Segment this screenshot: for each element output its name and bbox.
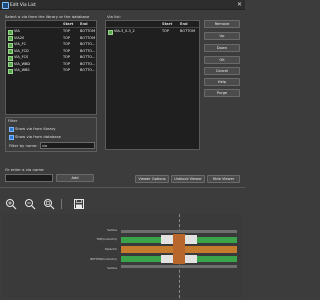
filter-by-name-label: Filter by name: [9, 143, 38, 148]
library-row-name: VIA20 [14, 35, 25, 40]
library-row-start: TOP [63, 35, 71, 40]
via-icon [108, 29, 113, 35]
zoom-out-icon[interactable] [24, 198, 36, 210]
library-row[interactable]: VIA_WBS TOP BOTTO... [6, 67, 96, 74]
library-row-end: BOTTOM [80, 29, 96, 33]
library-row-start: TOP [63, 68, 71, 72]
vialist-label: Via list: [107, 14, 121, 19]
layer-label-bottom: BOTTOM(Conductor) [90, 258, 117, 261]
show-database-checkbox[interactable] [9, 135, 14, 140]
library-row-start: TOP [63, 42, 71, 46]
show-database-label: Show via from database [15, 134, 61, 139]
library-row-name: VIA_FCS [14, 55, 29, 59]
library-row-end: BOTTO... [80, 61, 96, 66]
library-row[interactable]: VIA_FCD TOP BOTTO... [6, 48, 96, 54]
vialist-row[interactable]: VIA-3_0-3_2 TOP BOTTOM [106, 28, 199, 35]
filter-by-name-input[interactable]: via [40, 142, 95, 149]
toolbar-divider [61, 199, 62, 209]
library-row[interactable]: VIA20 TOP BOTTOM [6, 35, 96, 41]
add-button[interactable]: Add [56, 174, 94, 182]
app-icon [2, 2, 9, 9]
viewer-canvas[interactable]: Surface TOP(Conductor) Dielectric BOTTOM… [3, 214, 242, 298]
library-row-end: BOTTO... [80, 68, 96, 72]
library-row[interactable]: VIA_WBD TOP BOTTO... [6, 61, 96, 67]
window-title: Edit Via List [10, 2, 36, 8]
viewer-options-button[interactable]: Viewer Options [135, 175, 169, 183]
zoom-in-icon[interactable] [5, 198, 17, 210]
save-icon[interactable] [73, 198, 85, 210]
side-button-down[interactable]: Down [204, 44, 240, 52]
vialist-row-end: BOTTOM [180, 29, 196, 33]
side-button-help[interactable]: Help [204, 78, 240, 86]
title-bar: Edit Via List ✕ [0, 0, 245, 10]
library-row[interactable]: VIA_FCS TOP BOTTO... [6, 54, 96, 61]
vialist-row-name: VIA-3_0-3_2 [114, 29, 135, 33]
library-row-end: BOTTO... [80, 55, 96, 59]
library-row[interactable]: VIA_FC TOP BOTTO... [6, 41, 96, 48]
library-row-start: TOP [63, 29, 71, 33]
via-icon [8, 68, 13, 74]
enter-via-label: Or enter a via name: [5, 167, 45, 172]
library-row-end: BOTTO... [80, 48, 96, 53]
layer-label-dielectric: Dielectric [104, 248, 117, 251]
layer-label-surface-bottom: Surface [107, 267, 117, 270]
via-drill [173, 234, 185, 264]
library-row-end: BOTTOM [80, 35, 96, 40]
show-library-checkbox[interactable] [9, 127, 14, 132]
filter-title: Filter [8, 118, 18, 123]
library-row-name: VIA_FC [14, 42, 27, 46]
side-button-cancel[interactable]: Cancel [204, 67, 240, 75]
via-name-input[interactable] [5, 174, 53, 182]
viewer-separator [0, 187, 245, 188]
filter-by-name-value: via [42, 144, 48, 148]
close-icon[interactable]: ✕ [237, 1, 242, 8]
library-table[interactable]: Start End VIA TOP BOTTOM VIA20 TOP BOTTOM VIA_… [5, 20, 97, 115]
library-row-name: VIA_WBD [14, 61, 31, 66]
library-row-name: VIA [14, 29, 20, 33]
library-row[interactable]: VIA TOP BOTTOM [6, 28, 96, 35]
library-row-start: TOP [63, 61, 71, 66]
side-button-ok[interactable]: OK [204, 56, 240, 64]
library-row-name: VIA_FCD [14, 48, 29, 53]
library-row-name: VIA_WBS [14, 68, 30, 72]
vialist-row-start: TOP [162, 29, 170, 33]
vialist-table[interactable]: Start End VIA-3_0-3_2 TOP BOTTOM [105, 20, 200, 150]
side-button-up[interactable]: Up [204, 32, 240, 40]
hide-viewer-button[interactable]: Hide Viewer [207, 175, 240, 183]
library-label: Select a via from the library or the dat… [5, 14, 90, 19]
surface-top-layer [121, 230, 237, 233]
library-row-start: TOP [63, 55, 71, 59]
unblock-viewer-button[interactable]: Unblock Viewer [171, 175, 205, 183]
layer-label-top: TOP(Conductor) [96, 238, 117, 241]
zoom-fit-icon[interactable] [43, 198, 55, 210]
library-row-end: BOTTO... [80, 42, 96, 46]
layer-label-surface-top: Surface [107, 229, 117, 232]
side-button-purge[interactable]: Purge [204, 89, 240, 97]
filter-group: Filter Show via from library Show via fr… [5, 117, 97, 152]
library-row-start: TOP [63, 48, 71, 53]
side-button-remove[interactable]: Remove [204, 20, 240, 28]
show-library-label: Show via from library [15, 126, 56, 131]
surface-bottom-layer [121, 265, 237, 268]
